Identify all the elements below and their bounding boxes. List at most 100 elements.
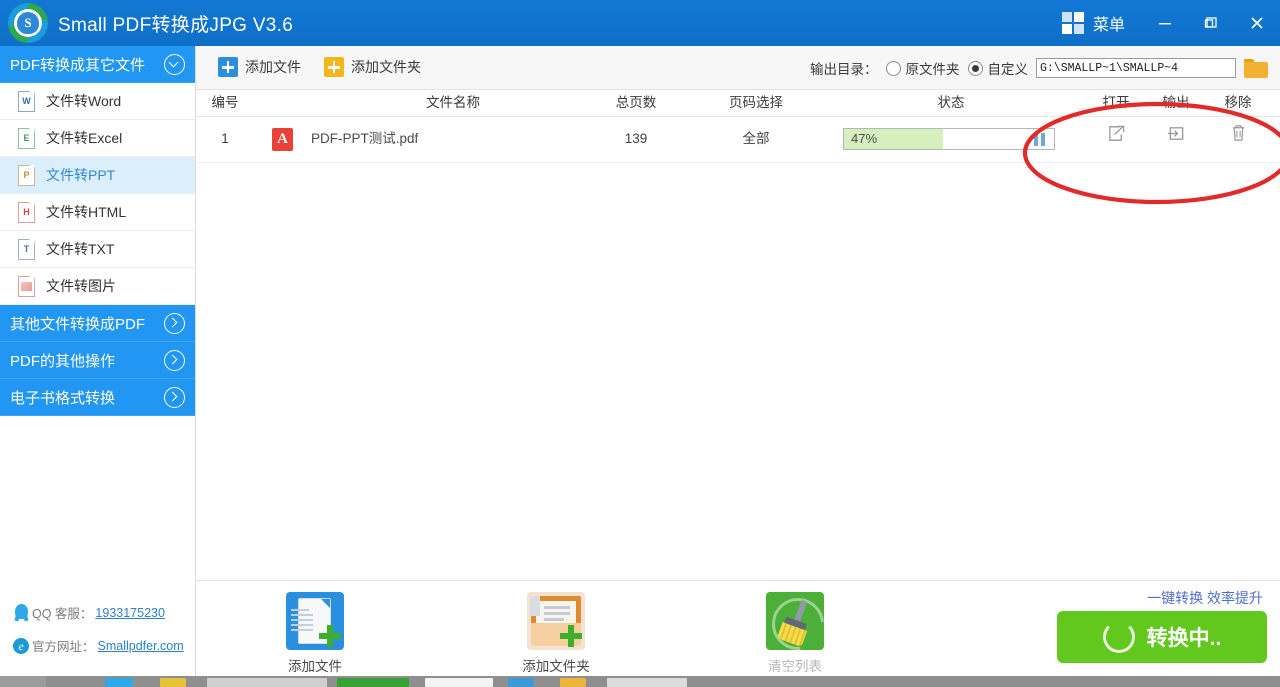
sidebar-item-label: 文件转PPT <box>46 165 115 185</box>
grid-icon <box>1062 12 1084 34</box>
sidebar-item-to-txt[interactable]: T 文件转TXT <box>0 231 195 268</box>
qq-support-number[interactable]: 1933175230 <box>95 606 165 620</box>
sidebar-group-label: 电子书格式转换 <box>10 387 164 408</box>
browse-folder-icon[interactable] <box>1244 59 1268 78</box>
ppt-file-icon: P <box>18 165 35 186</box>
website-row: e 官方网址： Smallpdfer.com <box>0 629 195 662</box>
bottom-add-file-button[interactable]: 添加文件 <box>250 592 380 675</box>
toolbar: 添加文件 添加文件夹 输出目录： 原文件夹 自定义 G:\SMALLP~1\SM… <box>196 46 1280 90</box>
pause-icon[interactable] <box>1033 133 1046 146</box>
maximize-icon <box>1203 15 1219 31</box>
bottom-clear-list-button[interactable]: 清空列表 <box>730 592 860 675</box>
bottom-add-folder-button[interactable]: 添加文件夹 <box>491 592 621 675</box>
taskbar-start-button[interactable] <box>0 676 46 687</box>
output-directory-label: 输出目录： <box>810 58 878 78</box>
convert-button-label: 转换中.. <box>1147 622 1222 652</box>
sidebar-item-to-excel[interactable]: E 文件转Excel <box>0 120 195 157</box>
sidebar-group-label: 其他文件转换成PDF <box>10 313 164 334</box>
sidebar: PDF转换成其它文件 W 文件转Word E 文件转Excel P 文件转PPT… <box>0 46 196 676</box>
table-header: 编号 文件名称 总页数 页码选择 状态 打开 输出 移除 <box>196 90 1280 117</box>
chevron-down-icon <box>164 54 185 75</box>
convert-button[interactable]: 转换中.. <box>1057 611 1267 663</box>
sidebar-group-label: PDF转换成其它文件 <box>10 54 164 75</box>
title-bar: S Small PDF转换成JPG V3.6 菜单 <box>0 0 1280 46</box>
taskbar-item[interactable] <box>560 678 586 687</box>
minimize-button[interactable] <box>1142 0 1188 46</box>
menu-button[interactable]: 菜单 <box>1062 8 1125 38</box>
row-page-range[interactable]: 全部 <box>696 116 816 162</box>
sidebar-group-ebook-convert[interactable]: 电子书格式转换 <box>0 379 195 416</box>
output-path-input[interactable]: G:\SMALLP~1\SMALLP~4 <box>1036 58 1236 78</box>
taskbar-item[interactable] <box>160 678 186 687</box>
row-remove-button[interactable] <box>1206 116 1270 162</box>
sidebar-group-other-to-pdf[interactable]: 其他文件转换成PDF <box>0 305 195 342</box>
header-status: 状态 <box>816 90 1086 115</box>
chevron-right-icon <box>164 350 185 371</box>
os-taskbar[interactable] <box>0 676 1280 687</box>
application-window: S Small PDF转换成JPG V3.6 菜单 <box>0 0 1280 676</box>
website-label: 官方网址： <box>32 636 95 655</box>
taskbar-item[interactable] <box>607 678 687 687</box>
toolbar-add-file-button[interactable]: 添加文件 <box>218 57 301 77</box>
radio-custom-folder-dot <box>968 61 983 76</box>
sidebar-item-label: 文件转HTML <box>46 202 126 222</box>
sidebar-footer: QQ 客服： 1933175230 e 官方网址： Smallpdfer.com <box>0 596 195 662</box>
radio-source-folder-dot <box>886 61 901 76</box>
header-output: 输出 <box>1146 90 1206 115</box>
taskbar-item[interactable] <box>105 678 133 687</box>
excel-file-icon: E <box>18 128 35 149</box>
chevron-right-icon <box>164 313 185 334</box>
radio-custom-folder[interactable]: 自定义 <box>968 58 1029 78</box>
clear-list-large-icon <box>766 592 824 650</box>
bottom-add-file-label: 添加文件 <box>250 655 380 675</box>
sidebar-group-pdf-to-other[interactable]: PDF转换成其它文件 <box>0 46 195 83</box>
sidebar-item-to-image[interactable]: 文件转图片 <box>0 268 195 305</box>
row-pages: 139 <box>576 116 696 162</box>
radio-custom-folder-label: 自定义 <box>988 58 1029 78</box>
sidebar-item-to-html[interactable]: H 文件转HTML <box>0 194 195 231</box>
loading-spinner-icon <box>1103 621 1135 653</box>
radio-source-folder-label: 原文件夹 <box>906 58 960 78</box>
add-folder-large-icon <box>527 592 585 650</box>
toolbar-add-folder-button[interactable]: 添加文件夹 <box>324 57 421 77</box>
website-link[interactable]: Smallpdfer.com <box>98 639 184 653</box>
open-external-icon <box>1107 116 1126 162</box>
qq-support-row: QQ 客服： 1933175230 <box>0 596 195 629</box>
app-title: Small PDF转换成JPG V3.6 <box>58 10 293 37</box>
sidebar-item-to-word[interactable]: W 文件转Word <box>0 83 195 120</box>
minimize-icon <box>1157 15 1173 31</box>
pdf-file-icon: A <box>272 128 293 151</box>
app-logo-icon: S <box>8 3 48 43</box>
row-output-button[interactable] <box>1146 116 1206 162</box>
progress-bar-label: 47% <box>851 129 877 149</box>
table-row[interactable]: 1 A PDF-PPT测试.pdf 139 全部 47% <box>196 116 1280 163</box>
taskbar-item[interactable] <box>425 678 493 687</box>
toolbar-add-folder-label: 添加文件夹 <box>351 57 421 77</box>
header-remove: 移除 <box>1206 90 1270 115</box>
taskbar-item[interactable] <box>508 678 534 687</box>
sidebar-group-pdf-other-ops[interactable]: PDF的其他操作 <box>0 342 195 379</box>
row-open-button[interactable] <box>1086 116 1146 162</box>
add-file-large-icon <box>286 592 344 650</box>
taskbar-item[interactable] <box>337 678 409 687</box>
header-index: 编号 <box>196 90 254 115</box>
progress-bar: 47% <box>843 128 1055 150</box>
close-button[interactable] <box>1234 0 1280 46</box>
txt-file-icon: T <box>18 239 35 260</box>
trash-icon <box>1229 116 1248 162</box>
taskbar-item[interactable] <box>207 678 327 687</box>
sidebar-item-label: 文件转Excel <box>46 128 122 148</box>
main-content: 添加文件 添加文件夹 输出目录： 原文件夹 自定义 G:\SMALLP~1\SM… <box>196 46 1280 676</box>
maximize-button[interactable] <box>1188 0 1234 46</box>
radio-source-folder[interactable]: 原文件夹 <box>886 58 960 78</box>
html-file-icon: H <box>18 202 35 223</box>
chevron-right-icon <box>164 387 185 408</box>
logo-letter: S <box>17 12 39 34</box>
sidebar-item-label: 文件转TXT <box>46 239 114 259</box>
bottom-add-folder-label: 添加文件夹 <box>491 655 621 675</box>
qq-penguin-icon <box>10 604 32 622</box>
header-pages: 总页数 <box>576 90 696 115</box>
bottom-action-bar: 添加文件 添加文件夹 <box>196 580 1280 676</box>
sidebar-item-to-ppt[interactable]: P 文件转PPT <box>0 157 195 194</box>
header-range: 页码选择 <box>696 90 816 115</box>
